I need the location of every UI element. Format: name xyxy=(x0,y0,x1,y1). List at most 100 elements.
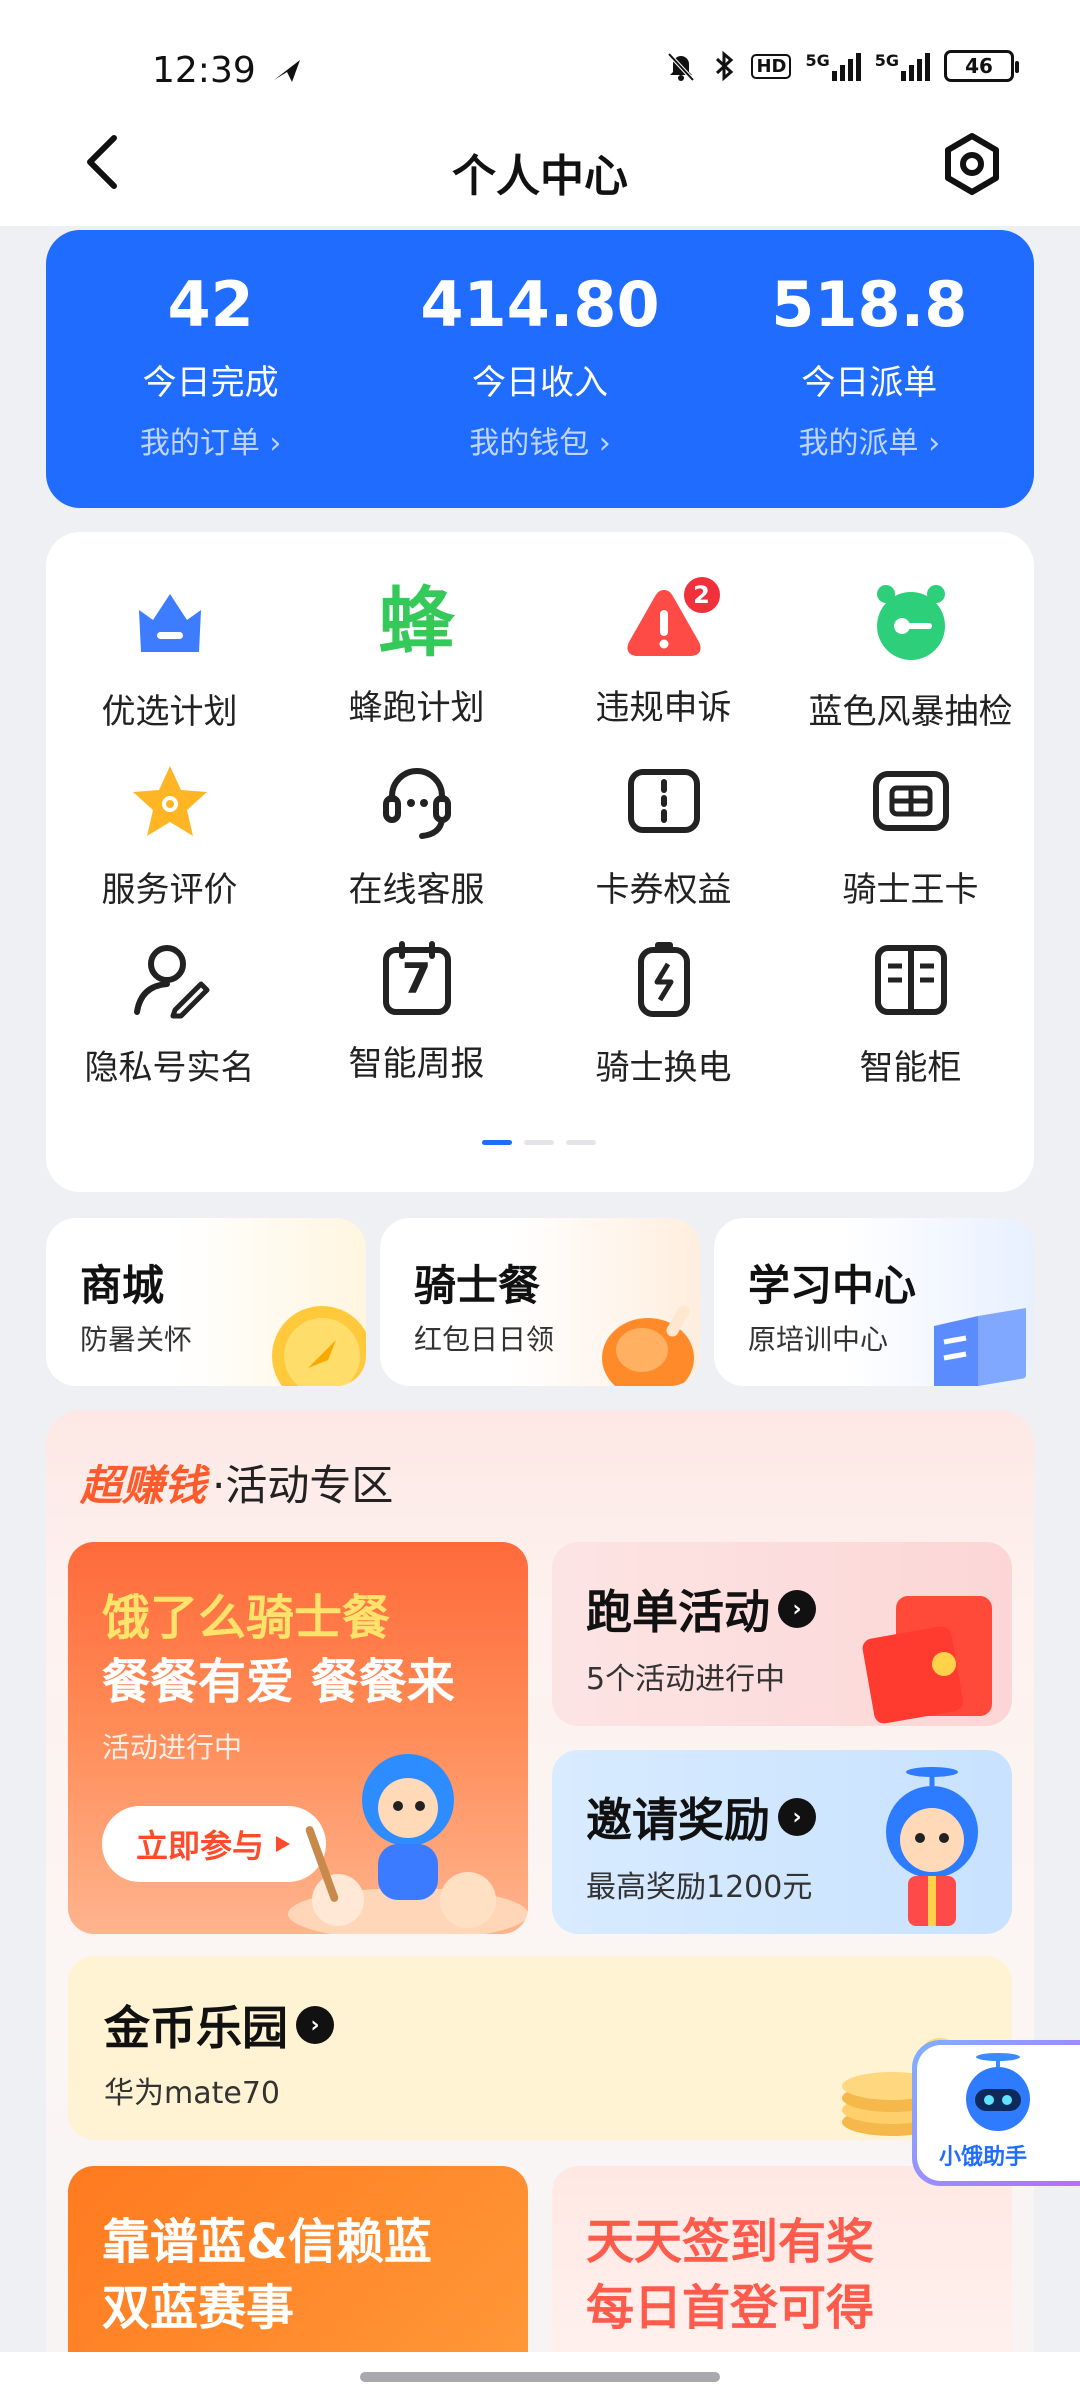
rider-mascot-illustration xyxy=(288,1754,528,1934)
stat-completed[interactable]: 42 今日完成 我的订单 › xyxy=(46,230,375,508)
run-orders-title: 跑单活动 › xyxy=(586,1576,816,1642)
grid-label: 优选计划 xyxy=(101,692,238,732)
grid-item-blue-storm-check[interactable]: 蓝色风暴抽检 xyxy=(787,580,1034,732)
signal-sim1: 5G xyxy=(805,51,861,81)
stat-dispatch[interactable]: 518.8 今日派单 我的派单 › xyxy=(705,230,1034,508)
bee-icon: 蜂 xyxy=(378,578,455,667)
grid-item-battery-swap[interactable]: 骑士换电 xyxy=(540,936,787,1088)
stat-value: 518.8 xyxy=(771,268,968,341)
assistant-floating-button[interactable]: 小饿助手 xyxy=(912,2040,1080,2186)
user-edit-icon xyxy=(133,945,209,1019)
gift-mascot-illustration xyxy=(886,1767,978,1926)
drumstick-icon xyxy=(602,1305,694,1386)
coin-park-card[interactable]: 金币乐园 › 华为mate70 xyxy=(68,1956,1012,2140)
key-alarm-icon xyxy=(876,585,945,660)
settings-gear-icon[interactable] xyxy=(940,132,1004,196)
banner-title: 饿了么骑士餐 xyxy=(102,1590,391,1646)
grid-label: 在线客服 xyxy=(348,870,485,910)
activity-title: ·活动专区 xyxy=(212,1461,394,1510)
home-indicator[interactable] xyxy=(360,2372,720,2382)
grid-label: 蜂跑计划 xyxy=(348,688,485,728)
mini-card-subtitle: 红包日日领 xyxy=(414,1323,555,1356)
grid-label: 服务评价 xyxy=(101,870,238,910)
my-dispatch-link[interactable]: 我的派单 › xyxy=(705,418,1034,462)
promo-title: 靠谱蓝&信赖蓝 xyxy=(102,2214,432,2270)
stat-value: 42 xyxy=(167,268,254,341)
feature-grid-card: 优选计划 蜂 蜂跑计划 2 违规申诉 蓝色风暴抽检 服务评价 在线客服 卡券权益… xyxy=(46,532,1034,1192)
my-wallet-link[interactable]: 我的钱包 › xyxy=(375,418,704,462)
hd-badge: HD xyxy=(751,53,792,79)
mini-card-title: 骑士餐 xyxy=(414,1261,541,1310)
join-now-label: 立即参与 xyxy=(135,1827,264,1865)
promo-subtitle: 双蓝赛事 xyxy=(102,2280,295,2336)
status-time: 12:39 xyxy=(152,50,256,91)
stat-label: 今日完成 xyxy=(142,363,279,403)
grid-item-bee-run-plan[interactable]: 蜂 蜂跑计划 xyxy=(293,580,540,730)
mini-card-subtitle: 防暑关怀 xyxy=(80,1323,193,1356)
notification-badge: 2 xyxy=(680,574,723,616)
mini-card-title: 商城 xyxy=(80,1261,165,1310)
mute-bell-icon xyxy=(667,52,695,82)
activity-brand: 超赚钱 xyxy=(80,1461,207,1510)
battery-indicator: 46 xyxy=(944,50,1019,82)
star-icon xyxy=(132,766,207,836)
grid-item-coupons[interactable]: 卡券权益 xyxy=(540,758,787,910)
coin-park-title: 金币乐园 › xyxy=(104,1992,334,2058)
invite-reward-card[interactable]: 邀请奖励 › 最高奖励1200元 xyxy=(552,1750,1012,1934)
battery-swap-icon xyxy=(637,942,690,1017)
activity-header: 超赚钱 ·活动专区 xyxy=(80,1452,393,1513)
page-indicator xyxy=(482,1140,596,1145)
grid-item-privacy-number[interactable]: 隐私号实名 xyxy=(46,936,293,1088)
grid-item-online-support[interactable]: 在线客服 xyxy=(293,758,540,910)
grid-label: 骑士换电 xyxy=(595,1048,732,1088)
assistant-inner: 小饿助手 xyxy=(917,2045,1080,2181)
my-orders-link[interactable]: 我的订单 › xyxy=(46,418,375,462)
robot-mascot-icon xyxy=(966,2053,1030,2131)
grid-label: 违规申诉 xyxy=(595,688,732,728)
promo-subtitle: 每日首登可得 xyxy=(586,2280,875,2336)
learning-center-card[interactable]: 学习中心 原培训中心 xyxy=(714,1218,1034,1386)
grid-label: 智能周报 xyxy=(348,1044,485,1084)
calendar-icon: 7 xyxy=(374,936,460,1022)
coupon-icon xyxy=(627,769,700,833)
grid-item-weekly-report[interactable]: 7 智能周报 xyxy=(293,936,540,1086)
grid-item-preferred-plan[interactable]: 优选计划 xyxy=(46,580,293,732)
grid-item-smart-locker[interactable]: 智能柜 xyxy=(787,936,1034,1088)
rider-meal-card[interactable]: 骑士餐 红包日日领 xyxy=(380,1218,700,1386)
run-orders-subtitle: 5个活动进行中 xyxy=(586,1662,786,1697)
invite-title: 邀请奖励 › xyxy=(586,1784,816,1850)
coin-icon xyxy=(272,1306,366,1386)
mall-card[interactable]: 商城 防暑关怀 xyxy=(46,1218,366,1386)
coin-park-subtitle: 华为mate70 xyxy=(104,2076,281,2111)
stat-label: 今日派单 xyxy=(801,363,938,403)
bluetooth-icon xyxy=(716,50,734,82)
stat-income[interactable]: 414.80 今日收入 我的钱包 › xyxy=(375,230,704,508)
run-orders-activity-card[interactable]: 跑单活动 › 5个活动进行中 xyxy=(552,1542,1012,1726)
banner-slogan: 餐餐有爱 餐餐来 xyxy=(102,1654,455,1710)
locker-icon xyxy=(874,945,947,1015)
grid-item-violation-appeal[interactable]: 2 违规申诉 xyxy=(540,574,787,730)
chevron-right-icon: › xyxy=(778,1590,816,1628)
chevron-right-icon: › xyxy=(778,1798,816,1836)
grid-item-service-rating[interactable]: 服务评价 xyxy=(46,758,293,910)
grid-label: 骑士王卡 xyxy=(842,870,979,910)
invite-subtitle: 最高奖励1200元 xyxy=(586,1870,813,1905)
grid-item-rider-king-card[interactable]: 骑士王卡 xyxy=(787,758,1034,910)
alert-icon-wrap: 2 xyxy=(621,574,723,666)
grid-label: 智能柜 xyxy=(859,1048,962,1088)
red-envelope-icon xyxy=(862,1596,992,1724)
book-icon xyxy=(934,1308,1026,1386)
headset-icon xyxy=(382,768,451,839)
assistant-label: 小饿助手 xyxy=(939,2145,1028,2170)
calendar-day: 7 xyxy=(401,954,432,1003)
mini-card-title: 学习中心 xyxy=(748,1261,917,1310)
stat-value: 414.80 xyxy=(420,268,660,341)
page-title: 个人中心 xyxy=(452,151,628,202)
grid-label: 隐私号实名 xyxy=(84,1048,255,1088)
activity-zone: 超赚钱 ·活动专区 饿了么骑士餐 餐餐有爱 餐餐来 活动进行中 立即参与 跑单活… xyxy=(46,1410,1034,2400)
navigation-arrow-icon xyxy=(274,60,300,82)
banner-status: 活动进行中 xyxy=(102,1731,243,1764)
rider-meal-banner[interactable]: 饿了么骑士餐 餐餐有爱 餐餐来 活动进行中 立即参与 xyxy=(68,1542,528,1934)
signal-sim2: 5G xyxy=(875,51,930,81)
crown-icon xyxy=(138,594,201,652)
